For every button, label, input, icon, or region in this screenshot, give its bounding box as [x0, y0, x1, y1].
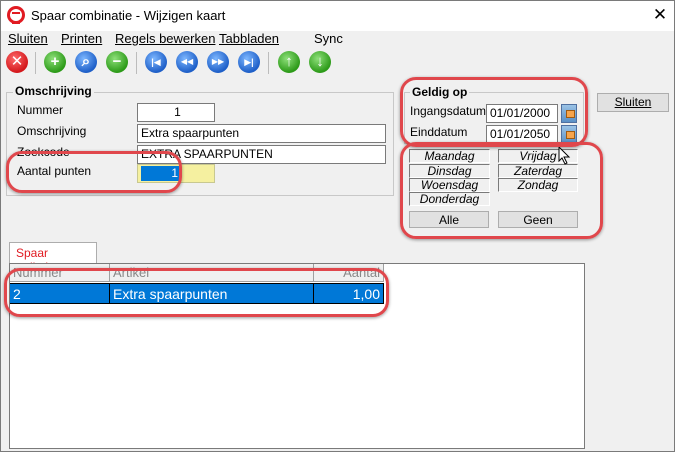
toolbar-separator: [35, 52, 36, 74]
highlight-days: [400, 142, 603, 239]
omschrijving-label: Omschrijving: [17, 124, 87, 138]
window: Spaar combinatie - Wijzigen kaart ✕ Slui…: [0, 0, 675, 452]
tab-spaar-artikelen[interactable]: Spaar artikelen: [9, 242, 97, 274]
remove-icon[interactable]: −: [106, 51, 128, 73]
nummer-label: Nummer: [17, 103, 64, 117]
omschrijving-field[interactable]: Extra spaarpunten: [137, 124, 386, 143]
title-bar: Spaar combinatie - Wijzigen kaart ✕: [1, 1, 674, 31]
first-record-icon[interactable]: |◀: [145, 51, 167, 73]
app-logo-icon: [7, 6, 25, 24]
menu-tabbladen[interactable]: Tabbladen: [219, 31, 279, 46]
highlight-grid-row: [4, 268, 389, 317]
highlight-geldig-op: [400, 77, 588, 147]
arrow-up-icon[interactable]: ↑: [278, 51, 300, 73]
menu-printen-label: Printen: [61, 31, 103, 46]
arrow-down-icon[interactable]: ↓: [309, 51, 331, 73]
last-record-icon[interactable]: ▶|: [238, 51, 260, 73]
menu-regels-label: Regels bewerken: [115, 31, 216, 46]
toolbar: ✕ + ⌕ − |◀ ◀◀ ▶▶ ▶| ↑ ↓: [1, 49, 674, 77]
highlight-aantal-punten: [6, 151, 182, 193]
previous-record-icon[interactable]: ◀◀: [176, 51, 198, 73]
toolbar-separator: [268, 52, 269, 74]
menu-sync-label: Sync: [314, 31, 343, 46]
nummer-field[interactable]: 1: [137, 103, 215, 122]
sluiten-button-label: Sluiten: [614, 95, 652, 109]
menu-sluiten-label: Sluiten: [8, 31, 48, 46]
menu-printen[interactable]: Printen: [61, 31, 102, 46]
menu-sync[interactable]: Sync: [314, 31, 343, 46]
search-icon[interactable]: ⌕: [75, 51, 97, 73]
menu-bar: Sluiten Printen Regels bewerken Tabblade…: [1, 31, 674, 49]
menu-regels-bewerken[interactable]: Regels bewerken: [115, 31, 215, 46]
delete-icon[interactable]: ✕: [6, 51, 28, 73]
add-icon[interactable]: +: [44, 51, 66, 73]
next-record-icon[interactable]: ▶▶: [207, 51, 229, 73]
sluiten-button[interactable]: Sluiten: [597, 93, 669, 112]
omschrijving-group-title: Omschrijving: [13, 84, 94, 98]
window-title: Spaar combinatie - Wijzigen kaart: [31, 8, 226, 23]
toolbar-separator: [136, 52, 137, 74]
menu-tabbladen-label: Tabbladen: [219, 31, 279, 46]
close-window-button[interactable]: ✕: [649, 4, 671, 26]
menu-sluiten[interactable]: Sluiten: [8, 31, 48, 46]
